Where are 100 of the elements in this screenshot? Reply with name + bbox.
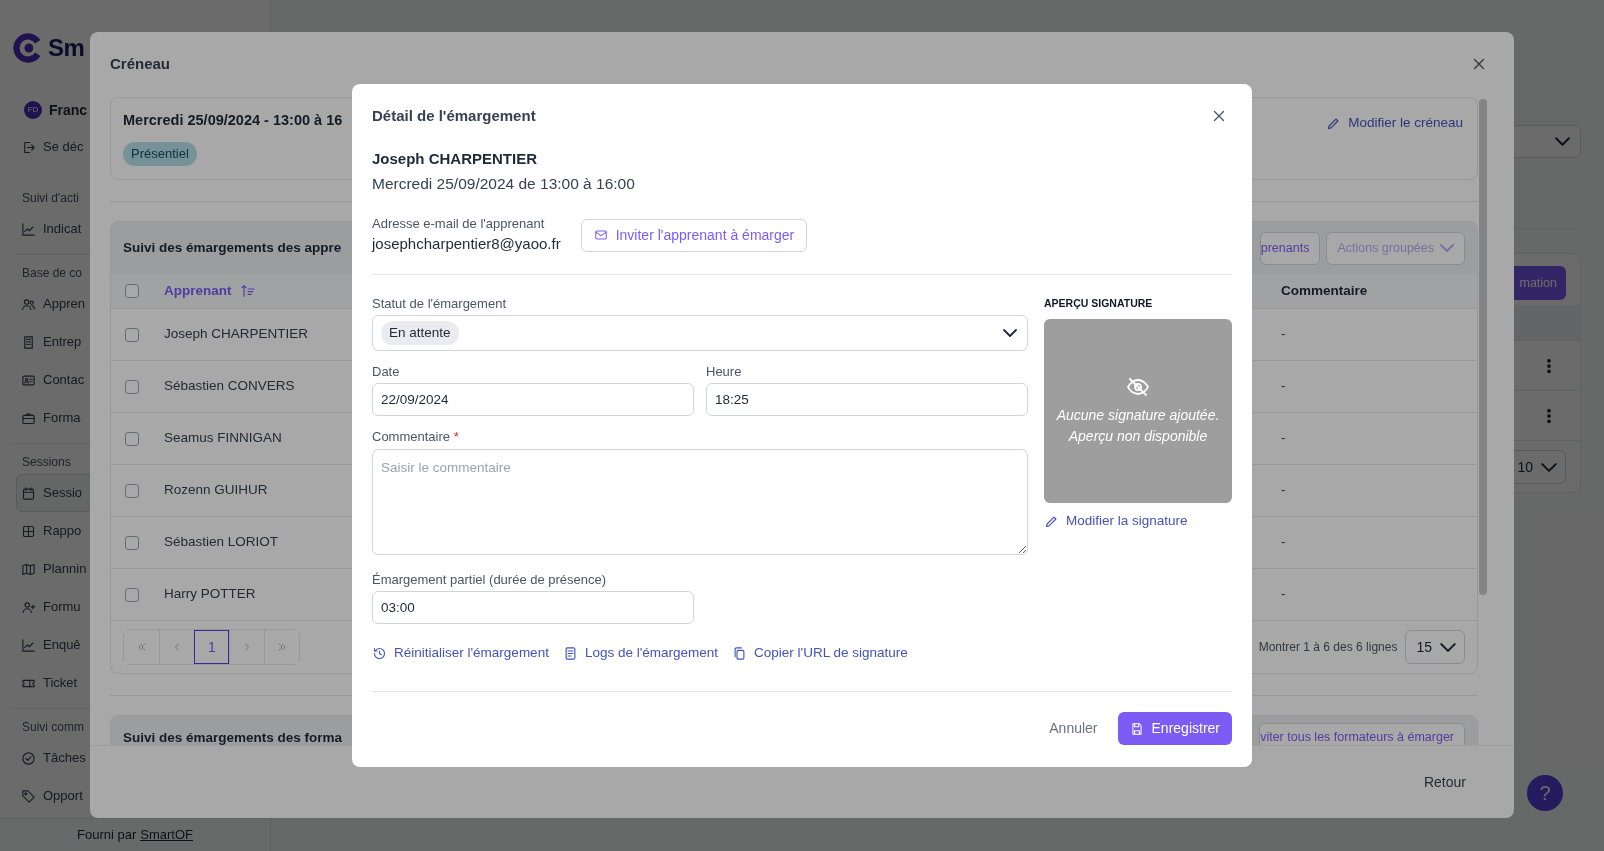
history-icon bbox=[372, 645, 387, 661]
section-title: Suivi des émargements des forma bbox=[123, 729, 343, 745]
learner-name: Joseph CHARPENTIER bbox=[372, 149, 539, 169]
chevron-down-icon bbox=[1003, 329, 1017, 337]
sidebar-item[interactable]: Tâches bbox=[12, 739, 89, 777]
action-link[interactable]: Copier l'URL de signature bbox=[732, 642, 908, 664]
time-field[interactable]: 18:25 bbox=[706, 383, 1028, 416]
email-text: josephcharpentier8@yaoo.fr bbox=[372, 234, 561, 254]
field-label: Adresse e-mail de l'apprenant bbox=[372, 215, 546, 233]
status-select[interactable]: En attente bbox=[372, 315, 1028, 351]
duration-field[interactable]: 03:00 bbox=[372, 591, 694, 624]
slot-title: Mercredi 25/09/2024 - 13:00 à 16 bbox=[123, 111, 343, 130]
dialog-title: Créneau bbox=[110, 53, 171, 74]
learner-name: Joseph CHARPENTIER bbox=[164, 325, 309, 344]
row-checkbox[interactable] bbox=[125, 587, 139, 602]
comment-cell: - bbox=[1281, 586, 1286, 602]
sidebar-item[interactable]: Forma bbox=[12, 399, 84, 437]
field-label: Commentaire * bbox=[372, 428, 460, 446]
grid-icon bbox=[21, 523, 36, 539]
sidebar-item[interactable]: Opport bbox=[12, 777, 86, 815]
document-icon bbox=[562, 645, 578, 661]
comment-cell: - bbox=[1281, 482, 1286, 498]
row-checkbox[interactable] bbox=[125, 327, 139, 342]
field-label: Statut de l'émargement bbox=[372, 295, 507, 313]
sort-icon[interactable] bbox=[239, 283, 256, 299]
date-field[interactable]: 22/09/2024 bbox=[372, 383, 694, 416]
calendar-icon bbox=[21, 485, 36, 501]
learner-name: Rozenn GUIHUR bbox=[164, 481, 268, 500]
row-checkbox[interactable] bbox=[125, 483, 139, 498]
user-avatar[interactable]: FD bbox=[24, 101, 42, 119]
cancel-button[interactable]: Annuler bbox=[1041, 714, 1106, 743]
chart-icon bbox=[21, 637, 36, 653]
help-button[interactable]: ? bbox=[1527, 775, 1563, 811]
field-label: Émargement partiel (durée de présence) bbox=[372, 571, 608, 589]
sidebar-item[interactable]: Plannin bbox=[12, 550, 90, 588]
save-icon bbox=[1129, 721, 1144, 736]
scrollbar[interactable] bbox=[1479, 99, 1487, 595]
double-chevron-right-icon bbox=[276, 641, 288, 653]
invite-trainers-button[interactable]: viter tous les formateurs à émarger bbox=[1259, 723, 1465, 745]
comment-field[interactable]: Saisir le commentaire bbox=[372, 449, 1028, 555]
section-title: Suivi des émargements des appre bbox=[123, 238, 342, 257]
page-size-select[interactable]: 15 bbox=[1405, 630, 1465, 664]
learner-name: Harry POTTER bbox=[164, 585, 256, 604]
logout-icon bbox=[21, 139, 36, 155]
learner-name: Sébastien LORIOT bbox=[164, 533, 279, 552]
chevron-down-icon bbox=[1440, 642, 1456, 652]
copy-icon bbox=[732, 645, 748, 661]
sidebar-item[interactable]: Formu bbox=[12, 588, 84, 626]
slot-text: Mercredi 25/09/2024 de 13:00 à 16:00 bbox=[372, 174, 636, 194]
smartof-link[interactable]: SmartOF bbox=[140, 825, 193, 845]
row-checkbox[interactable] bbox=[125, 379, 139, 394]
user-plus-icon bbox=[21, 599, 36, 615]
action-link[interactable]: Logs de l'émargement bbox=[562, 642, 719, 664]
row-count-text: Montrer 1 à 6 des 6 lignes bbox=[1258, 639, 1398, 656]
field-label: Date bbox=[372, 363, 401, 381]
chevron-down-icon bbox=[1440, 241, 1454, 255]
save-button[interactable]: Enregistrer bbox=[1117, 712, 1232, 745]
comment-cell: - bbox=[1281, 430, 1286, 446]
logo-text: Sm bbox=[48, 33, 85, 63]
column-header[interactable]: Apprenant bbox=[164, 280, 232, 302]
id-card-icon bbox=[21, 372, 36, 388]
chevron-down-icon bbox=[1555, 137, 1570, 146]
invite-learners-button[interactable]: prenants bbox=[1259, 231, 1321, 265]
sidebar-item[interactable]: Rappo bbox=[12, 512, 85, 550]
chart-icon bbox=[21, 221, 36, 237]
sidebar-item[interactable]: Appren bbox=[12, 285, 88, 323]
sidebar-section-title: Sessions bbox=[22, 454, 71, 471]
eye-off-icon bbox=[1126, 375, 1150, 399]
chevron-down-icon bbox=[1541, 462, 1557, 472]
comment-cell: - bbox=[1281, 378, 1286, 394]
learner-name: Seamus FINNIGAN bbox=[164, 429, 282, 448]
invite-learner-button[interactable]: Inviter l'apprenant à émarger bbox=[580, 218, 808, 252]
page-button[interactable]: 1 bbox=[194, 630, 229, 664]
comment-cell: - bbox=[1281, 326, 1286, 342]
column-header: Commentaire bbox=[1281, 282, 1368, 298]
tag-icon bbox=[21, 788, 36, 804]
sidebar-item[interactable]: Contac bbox=[12, 361, 88, 399]
row-checkbox[interactable] bbox=[125, 535, 139, 550]
action-link[interactable]: Réinitialiser l'émargement bbox=[372, 642, 549, 664]
check-circle-icon bbox=[21, 750, 36, 766]
logout-link[interactable]: Se déc bbox=[12, 128, 87, 166]
edit-signature-link[interactable]: Modifier la signature bbox=[1044, 511, 1188, 532]
mode-badge: Présentiel bbox=[123, 142, 197, 166]
sidebar-item[interactable]: Ticket bbox=[12, 664, 81, 702]
dialog-title: Détail de l'émargement bbox=[372, 106, 536, 126]
sidebar-item[interactable]: Enquê bbox=[12, 626, 84, 664]
sidebar-item[interactable]: Entrep bbox=[12, 323, 85, 361]
sidebar-item[interactable]: Indicat bbox=[12, 210, 85, 248]
map-icon bbox=[21, 561, 36, 577]
edit-slot-link[interactable]: Modifier le créneau bbox=[1326, 113, 1463, 134]
learner-name: Sébastien CONVERS bbox=[164, 377, 295, 396]
select-all-checkbox[interactable] bbox=[125, 284, 139, 298]
powered-by-text: Fourni par bbox=[77, 826, 137, 845]
back-button[interactable]: Retour bbox=[1415, 767, 1474, 797]
sidebar-section-title: Suivi d'acti bbox=[22, 190, 79, 207]
row-checkbox[interactable] bbox=[125, 431, 139, 446]
last-page-button[interactable] bbox=[264, 630, 299, 664]
briefcase-icon bbox=[21, 410, 36, 426]
users-icon bbox=[21, 296, 36, 312]
field-label: Heure bbox=[706, 363, 743, 381]
